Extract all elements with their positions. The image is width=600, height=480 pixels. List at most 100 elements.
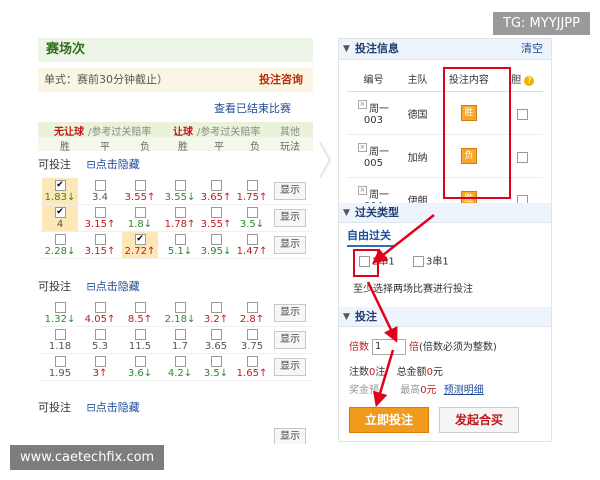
odds-cell[interactable]: 3.75: [234, 327, 270, 353]
odds-checkbox[interactable]: [174, 356, 186, 367]
multiple-input[interactable]: 1: [372, 339, 406, 355]
odds-checkbox[interactable]: ✔: [134, 234, 146, 245]
predict-link[interactable]: 预测明细: [444, 385, 484, 396]
odds-cell[interactable]: 5.3: [82, 327, 118, 353]
odds-cell[interactable]: 3.5↓: [198, 354, 234, 380]
odds-checkbox[interactable]: [174, 234, 186, 245]
odds-checkbox[interactable]: [134, 207, 146, 218]
odds-checkbox[interactable]: [94, 302, 106, 313]
show-button[interactable]: 显示: [274, 236, 306, 254]
odds-cell[interactable]: 1.75↑: [234, 178, 270, 204]
show-button[interactable]: 显示: [274, 428, 306, 444]
odds-cell[interactable]: 3↑: [82, 354, 118, 380]
odds-cell[interactable]: 3.65: [198, 327, 234, 353]
odds-checkbox[interactable]: [210, 356, 222, 367]
odds-cell[interactable]: 8.5↑: [122, 300, 158, 326]
odds-cell[interactable]: 3.5↓: [234, 205, 270, 231]
odds-cell[interactable]: 3.6↓: [122, 354, 158, 380]
odds-cell[interactable]: 1.32↓: [42, 300, 78, 326]
odds-checkbox[interactable]: [54, 302, 66, 313]
odds-checkbox[interactable]: [210, 234, 222, 245]
odds-cell[interactable]: 1.18: [42, 327, 78, 353]
odds-checkbox[interactable]: [54, 356, 66, 367]
odds-checkbox[interactable]: [246, 356, 258, 367]
odds-cell[interactable]: 3.15↑: [82, 232, 118, 258]
toggle-hide-link[interactable]: ⊟点击隐藏: [87, 401, 140, 414]
odds-cell[interactable]: 1.78↑: [162, 205, 198, 231]
odds-cell[interactable]: 1.7: [162, 327, 198, 353]
option-3in1[interactable]: 3串1: [413, 256, 449, 269]
group-buy-button[interactable]: 发起合买: [439, 407, 519, 433]
odds-checkbox[interactable]: [246, 234, 258, 245]
odds-checkbox[interactable]: [210, 180, 222, 191]
odds-checkbox[interactable]: [94, 329, 106, 340]
odds-cell[interactable]: 1.8↓: [122, 205, 158, 231]
remove-icon[interactable]: ×: [357, 100, 367, 109]
odds-cell[interactable]: 3.15↑: [82, 205, 118, 231]
odds-checkbox[interactable]: [54, 329, 66, 340]
odds-cell[interactable]: 3.95↓: [198, 232, 234, 258]
remove-icon[interactable]: ×: [357, 186, 367, 195]
odds-checkbox[interactable]: [246, 207, 258, 218]
banker-checkbox[interactable]: [517, 151, 529, 163]
show-button[interactable]: 显示: [274, 304, 306, 322]
odds-cell[interactable]: 5.1↓: [162, 232, 198, 258]
odds-checkbox[interactable]: [94, 207, 106, 218]
remove-icon[interactable]: ×: [357, 143, 367, 152]
chevron-down-icon[interactable]: ▼: [343, 39, 350, 59]
odds-checkbox[interactable]: [94, 356, 106, 367]
odds-checkbox[interactable]: [134, 302, 146, 313]
show-button[interactable]: 显示: [274, 209, 306, 227]
option-3in1-checkbox[interactable]: [413, 256, 424, 267]
odds-cell[interactable]: 1.95: [42, 354, 78, 380]
odds-cell[interactable]: 2.18↓: [162, 300, 198, 326]
odds-cell[interactable]: 1.65↑: [234, 354, 270, 380]
odds-checkbox[interactable]: [210, 329, 222, 340]
chevron-down-icon[interactable]: ▼: [343, 307, 350, 327]
odds-checkbox[interactable]: ✔: [54, 207, 66, 218]
odds-cell[interactable]: 2.28↓: [42, 232, 78, 258]
help-icon[interactable]: ?: [524, 75, 535, 86]
odds-checkbox[interactable]: [94, 180, 106, 191]
odds-cell[interactable]: 11.5: [122, 327, 158, 353]
show-button[interactable]: 显示: [274, 331, 306, 349]
show-button[interactable]: 显示: [274, 358, 306, 376]
view-ended-link[interactable]: 查看已结束比赛: [214, 100, 291, 116]
odds-checkbox[interactable]: [210, 207, 222, 218]
show-button[interactable]: 显示: [274, 182, 306, 200]
odds-cell[interactable]: 4.2↓: [162, 354, 198, 380]
odds-checkbox[interactable]: ✔: [54, 180, 66, 191]
odds-checkbox[interactable]: [174, 180, 186, 191]
odds-cell[interactable]: ✔ 4: [42, 205, 78, 231]
odds-checkbox[interactable]: [134, 329, 146, 340]
odds-checkbox[interactable]: [54, 234, 66, 245]
odds-checkbox[interactable]: [246, 329, 258, 340]
consult-link[interactable]: 投注咨询: [259, 68, 303, 92]
odds-cell[interactable]: 2.8↑: [234, 300, 270, 326]
banker-checkbox[interactable]: [517, 108, 529, 120]
odds-checkbox[interactable]: [174, 329, 186, 340]
odds-checkbox[interactable]: [246, 302, 258, 313]
tab-free-pass[interactable]: 自由过关: [347, 227, 395, 247]
odds-cell[interactable]: ✔ 2.72↑: [122, 232, 158, 258]
place-bet-button[interactable]: 立即投注: [349, 407, 429, 433]
odds-cell[interactable]: 1.47↑: [234, 232, 270, 258]
odds-checkbox[interactable]: [134, 356, 146, 367]
odds-cell[interactable]: 4.05↑: [82, 300, 118, 326]
chevron-down-icon[interactable]: ▼: [343, 203, 350, 223]
odds-checkbox[interactable]: [134, 180, 146, 191]
odds-cell[interactable]: 3.65↑: [198, 178, 234, 204]
toggle-hide-link[interactable]: ⊟点击隐藏: [87, 280, 140, 293]
odds-cell[interactable]: ✔ 1.83↓: [42, 178, 78, 204]
odds-cell[interactable]: 3.55↓: [162, 178, 198, 204]
odds-checkbox[interactable]: [174, 207, 186, 218]
odds-checkbox[interactable]: [210, 302, 222, 313]
odds-checkbox[interactable]: [174, 302, 186, 313]
odds-checkbox[interactable]: [246, 180, 258, 191]
odds-cell[interactable]: 3.55↑: [198, 205, 234, 231]
toggle-hide-link[interactable]: ⊟点击隐藏: [87, 158, 140, 171]
clear-button[interactable]: 清空: [521, 39, 543, 59]
odds-cell[interactable]: 3.4: [82, 178, 118, 204]
odds-checkbox[interactable]: [94, 234, 106, 245]
odds-cell[interactable]: 3.2↑: [198, 300, 234, 326]
